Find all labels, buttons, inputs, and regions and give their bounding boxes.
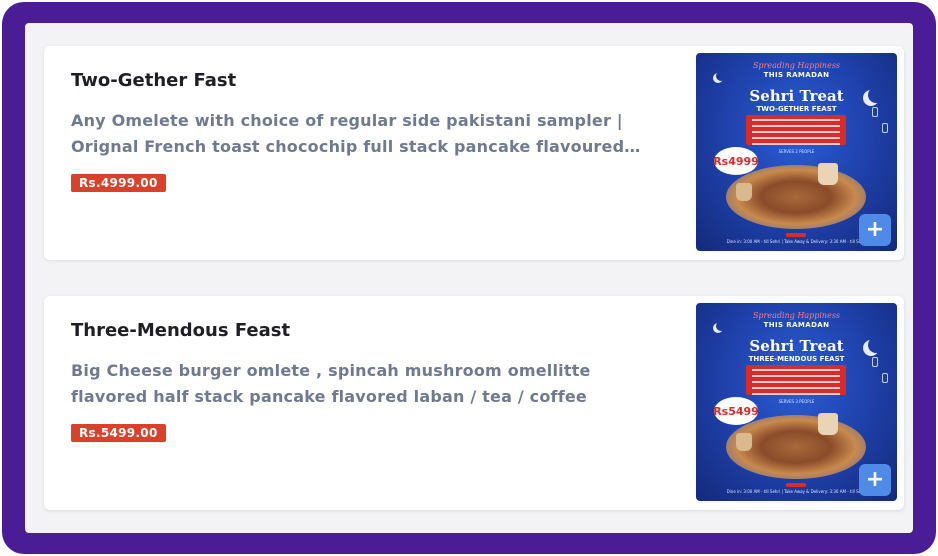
plus-icon: + [865, 467, 885, 492]
item-image[interactable]: Spreading Happiness THIS RAMADAN Sehri T… [696, 303, 897, 501]
lantern-icon [882, 123, 888, 133]
add-to-cart-button[interactable]: + [859, 214, 891, 246]
item-description: Big Cheese burger omlete , spincah mushr… [71, 361, 591, 406]
promo-description-box [746, 365, 846, 395]
menu-item-card[interactable]: Two-Gether Fast Any Omelete with choice … [44, 46, 904, 260]
brand-logo [786, 483, 806, 487]
promo-tagline: Spreading Happiness [752, 61, 841, 70]
promo-feast-name: TWO-GETHER FEAST [756, 105, 837, 113]
brand-logo [786, 233, 806, 237]
item-title: Two-Gether Fast [71, 70, 237, 91]
price-badge: Rs.5499.00 [71, 424, 166, 442]
promo-feast-name: THREE-MENDOUS FEAST [748, 355, 845, 363]
promo-description-box [746, 115, 846, 145]
promo-headline: Sehri Treat [749, 87, 844, 105]
promo-subheading: THIS RAMADAN [763, 321, 830, 329]
promo-price-badge: Rs4999 [713, 147, 759, 175]
add-to-cart-button[interactable]: + [859, 464, 891, 496]
drink-cup-image [736, 433, 752, 451]
promo-tagline: Spreading Happiness [752, 311, 841, 320]
drink-cup-image [818, 413, 838, 435]
promo-price-text: Rs4999 [713, 154, 759, 168]
drink-cup-image [818, 163, 838, 185]
price-badge: Rs.4999.00 [71, 174, 166, 192]
item-image[interactable]: Spreading Happiness THIS RAMADAN Sehri T… [696, 53, 897, 251]
promo-price-badge: Rs5499 [713, 397, 759, 425]
lantern-icon [882, 373, 888, 383]
item-title: Three-Mendous Feast [71, 320, 291, 341]
promo-price-text: Rs5499 [713, 404, 759, 418]
promo-subheading: THIS RAMADAN [763, 71, 830, 79]
drink-cup-image [736, 183, 752, 201]
promo-headline: Sehri Treat [749, 337, 844, 355]
plus-icon: + [865, 217, 885, 242]
item-description: Any Omelete with choice of regular side … [71, 111, 625, 156]
menu-item-card[interactable]: Three-Mendous Feast Big Cheese burger om… [44, 296, 904, 510]
